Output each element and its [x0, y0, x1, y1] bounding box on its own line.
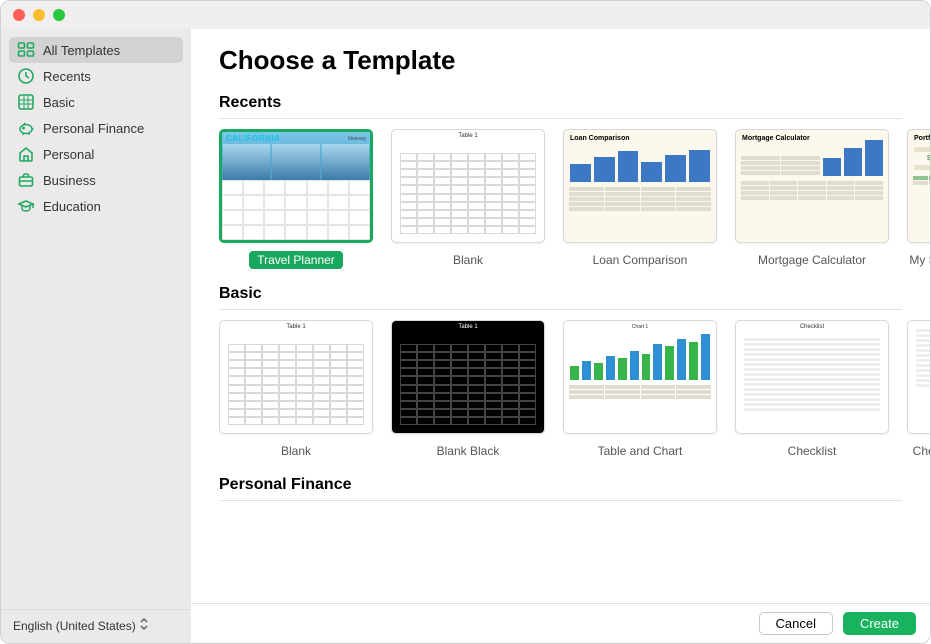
template-card-checklist-2[interactable]: Checklist	[907, 320, 930, 460]
sidebar-item-label: Basic	[43, 95, 75, 110]
window-body: All Templates Recents Basic	[1, 29, 930, 643]
sidebar-item-basic[interactable]: Basic	[9, 89, 183, 115]
graduation-cap-icon	[17, 197, 35, 215]
titlebar	[1, 1, 930, 29]
sidebar-item-label: Personal	[43, 147, 94, 162]
sidebar-item-all-templates[interactable]: All Templates	[9, 37, 183, 63]
house-icon	[17, 145, 35, 163]
template-label: Mortgage Calculator	[750, 251, 874, 269]
divider	[219, 500, 902, 501]
grid-icon	[17, 93, 35, 111]
section-title-personal-finance: Personal Finance	[219, 476, 930, 494]
template-label: Table and Chart	[590, 442, 691, 460]
briefcase-icon	[17, 171, 35, 189]
template-chooser-window: All Templates Recents Basic	[0, 0, 931, 644]
piggy-bank-icon	[17, 119, 35, 137]
sidebar-list: All Templates Recents Basic	[1, 29, 191, 609]
updown-icon	[140, 618, 148, 633]
sidebar-item-education[interactable]: Education	[9, 193, 183, 219]
template-thumbnail: Portfolio $60000.00	[907, 129, 930, 243]
template-label: Blank	[273, 442, 319, 460]
sidebar-item-label: Education	[43, 199, 101, 214]
cancel-button[interactable]: Cancel	[759, 612, 833, 635]
template-label: Travel Planner	[249, 251, 343, 269]
language-label: English (United States)	[13, 619, 136, 633]
template-thumbnail: Loan Comparison	[563, 129, 717, 243]
section-title-recents: Recents	[219, 94, 930, 112]
template-card-mortgage-calculator[interactable]: Mortgage Calculator Mortgage Calculator	[735, 129, 889, 269]
template-card-blank-black[interactable]: Table 1 Blank Black	[391, 320, 545, 460]
thumbnail-sub-text: Itinerary	[348, 136, 366, 142]
template-thumbnail	[907, 320, 930, 434]
template-thumbnail: Chart 1	[563, 320, 717, 434]
template-card-table-and-chart[interactable]: Chart 1 Table and Chart	[563, 320, 717, 460]
basic-row: Table 1 Blank Table 1 Blank Black	[219, 320, 930, 468]
main-content: Choose a Template Recents CALIFORNIA Iti…	[191, 29, 930, 643]
footer: Cancel Create	[191, 603, 930, 643]
template-card-checklist[interactable]: Checklist Checklist	[735, 320, 889, 460]
sidebar: All Templates Recents Basic	[1, 29, 191, 643]
recents-row: CALIFORNIA Itinerary Travel Planner Tabl…	[219, 129, 930, 277]
template-label: Blank	[445, 251, 491, 269]
sidebar-item-label: Recents	[43, 69, 91, 84]
template-thumbnail: Table 1	[219, 320, 373, 434]
language-selector[interactable]: English (United States)	[13, 618, 179, 633]
template-label: Blank Black	[429, 442, 508, 460]
template-thumbnail: Mortgage Calculator	[735, 129, 889, 243]
template-thumbnail: Table 1	[391, 129, 545, 243]
template-label: Loan Comparison	[585, 251, 696, 269]
template-card-my-stocks[interactable]: Portfolio $60000.00 My Stocks	[907, 129, 930, 269]
thumbnail-title: Portfolio	[908, 130, 930, 144]
thumbnail-amount: $60000.00	[908, 155, 930, 162]
templates-grid-icon	[17, 41, 35, 59]
sidebar-item-label: Business	[43, 173, 96, 188]
page-title: Choose a Template	[219, 45, 930, 76]
template-label: My Stocks	[901, 251, 930, 269]
template-label: Checklist	[905, 442, 930, 460]
template-thumbnail: CALIFORNIA Itinerary	[219, 129, 373, 243]
sidebar-item-personal-finance[interactable]: Personal Finance	[9, 115, 183, 141]
template-card-loan-comparison[interactable]: Loan Comparison Loan Comparison	[563, 129, 717, 269]
create-button[interactable]: Create	[843, 612, 916, 635]
sidebar-item-personal[interactable]: Personal	[9, 141, 183, 167]
template-thumbnail: Checklist	[735, 320, 889, 434]
sidebar-item-label: Personal Finance	[43, 121, 144, 136]
template-card-blank[interactable]: Table 1 Blank	[391, 129, 545, 269]
section-title-basic: Basic	[219, 285, 930, 303]
sidebar-footer: English (United States)	[1, 609, 191, 643]
divider	[219, 118, 902, 119]
minimize-icon[interactable]	[33, 9, 45, 21]
sidebar-item-label: All Templates	[43, 43, 120, 58]
close-icon[interactable]	[13, 9, 25, 21]
thumbnail-title: Loan Comparison	[564, 130, 716, 144]
sidebar-item-business[interactable]: Business	[9, 167, 183, 193]
sidebar-item-recents[interactable]: Recents	[9, 63, 183, 89]
thumbnail-accent-text: CALIFORNIA	[226, 134, 280, 143]
thumbnail-title: Checklist	[736, 321, 888, 330]
divider	[219, 309, 902, 310]
zoom-icon[interactable]	[53, 9, 65, 21]
template-thumbnail: Table 1	[391, 320, 545, 434]
template-card-blank[interactable]: Table 1 Blank	[219, 320, 373, 460]
template-scroll-area[interactable]: Choose a Template Recents CALIFORNIA Iti…	[191, 29, 930, 603]
template-label: Checklist	[780, 442, 845, 460]
template-card-travel-planner[interactable]: CALIFORNIA Itinerary Travel Planner	[219, 129, 373, 269]
clock-icon	[17, 67, 35, 85]
